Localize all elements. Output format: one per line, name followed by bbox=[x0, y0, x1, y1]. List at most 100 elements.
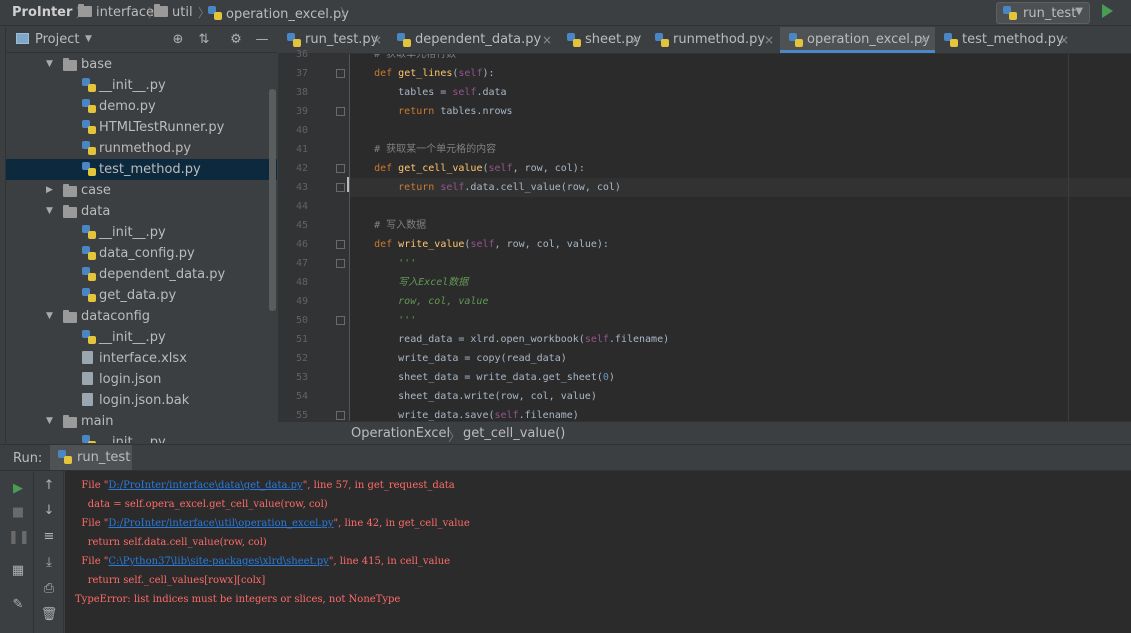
tab-runmethod[interactable]: runmethod.py × bbox=[646, 27, 780, 53]
scroll-to-end-icon[interactable]: ⤓ bbox=[39, 553, 59, 573]
tree-item[interactable]: login.json bbox=[6, 369, 277, 390]
tree-item[interactable]: ▼ main bbox=[6, 411, 277, 432]
code-token: read_data = xlrd.open_workbook( bbox=[350, 334, 585, 345]
close-icon[interactable]: × bbox=[919, 27, 929, 53]
code-token: .filename) bbox=[608, 334, 670, 345]
tree-item[interactable]: dependent_data.py bbox=[6, 264, 277, 285]
fold-marker-icon[interactable] bbox=[336, 183, 345, 192]
line-number: 46 bbox=[295, 239, 308, 250]
close-icon[interactable]: × bbox=[542, 27, 552, 53]
trash-icon[interactable]: 🗑 bbox=[39, 605, 59, 625]
print-icon[interactable]: ⎙ bbox=[39, 579, 59, 599]
fold-marker-icon[interactable] bbox=[336, 164, 345, 173]
arrow-up-icon[interactable]: ↑ bbox=[39, 476, 59, 496]
close-icon[interactable]: × bbox=[764, 27, 774, 53]
close-icon[interactable]: × bbox=[372, 27, 382, 53]
tree-item[interactable]: login.json.bak bbox=[6, 390, 277, 411]
minimize-icon[interactable]: — bbox=[254, 32, 270, 48]
restore-layout-icon[interactable]: ▦ bbox=[8, 561, 28, 581]
chevron-down-icon[interactable]: ▼ bbox=[46, 306, 53, 327]
code-token: def bbox=[350, 239, 399, 250]
line-number: 38 bbox=[295, 87, 308, 98]
fold-marker-icon[interactable] bbox=[336, 316, 345, 325]
code-token: self bbox=[458, 68, 483, 79]
tree-scrollbar[interactable] bbox=[269, 89, 276, 311]
breadcrumb-interface[interactable]: interface bbox=[74, 4, 154, 22]
tree-item[interactable]: interface.xlsx bbox=[6, 348, 277, 369]
tab-sheet[interactable]: sheet.py × bbox=[558, 27, 646, 53]
console-output[interactable]: File "D:/ProInter/interface\data\get_dat… bbox=[65, 471, 1131, 633]
file-link[interactable]: D:/ProInter/interface\data\get_data.py bbox=[108, 480, 302, 491]
file-link[interactable]: C:\Python37\lib\site-packages\xlrd\sheet… bbox=[108, 556, 328, 567]
chevron-down-icon[interactable]: ▼ bbox=[46, 54, 53, 75]
file-icon bbox=[82, 288, 96, 302]
code-editor[interactable]: # 获取单元格行数 def get_lines(self): tables = … bbox=[350, 54, 1131, 421]
chevron-down-icon[interactable]: ▼ bbox=[46, 201, 53, 222]
fold-marker-icon[interactable] bbox=[336, 107, 345, 116]
run-tab[interactable]: run_test bbox=[50, 445, 132, 470]
code-line: sheet_data.write(row, col, value) bbox=[350, 387, 597, 406]
stop-icon[interactable]: ■ bbox=[8, 503, 28, 523]
tree-item-label: demo.py bbox=[99, 99, 156, 114]
fold-marker-icon[interactable] bbox=[336, 259, 345, 268]
fold-marker-icon[interactable] bbox=[336, 411, 345, 420]
breadcrumb-class[interactable]: OperationExcel bbox=[351, 426, 450, 441]
line-number: 37 bbox=[295, 68, 308, 79]
code-line: def get_cell_value(self, row, col): bbox=[350, 159, 585, 178]
chevron-right-icon[interactable]: ▶ bbox=[46, 180, 53, 201]
pause-icon[interactable]: ❚❚ bbox=[8, 528, 30, 548]
code-line: sheet_data = write_data.get_sheet(0) bbox=[350, 368, 615, 387]
tree-item[interactable]: runmethod.py bbox=[6, 138, 277, 159]
python-file-icon bbox=[789, 33, 803, 47]
breadcrumb-file[interactable]: operation_excel.py bbox=[208, 4, 349, 22]
code-token: def bbox=[350, 68, 399, 79]
tree-item[interactable]: __init__.py bbox=[6, 75, 277, 96]
pin-icon[interactable]: ✎ bbox=[8, 595, 28, 615]
breadcrumb-util[interactable]: util bbox=[154, 4, 193, 22]
tree-item[interactable]: get_data.py bbox=[6, 285, 277, 306]
tree-item[interactable]: test_method.py bbox=[6, 159, 277, 180]
tree-item-label: login.json bbox=[99, 372, 162, 387]
fold-marker-icon[interactable] bbox=[336, 240, 345, 249]
tree-item[interactable]: __init__.py bbox=[6, 222, 277, 243]
breadcrumb-project[interactable]: ProInter bbox=[12, 4, 72, 22]
tree-item[interactable]: ▼ dataconfig bbox=[6, 306, 277, 327]
run-configuration-select[interactable]: run_test ▼ bbox=[996, 2, 1090, 24]
console-line: return self._cell_values[rowx][colx] bbox=[75, 571, 266, 590]
tab-test-method[interactable]: test_method.py × bbox=[935, 27, 1075, 53]
fold-marker-icon[interactable] bbox=[336, 69, 345, 78]
gear-icon[interactable]: ⚙ bbox=[228, 32, 244, 48]
code-token: self bbox=[488, 163, 513, 174]
tab-operation-excel[interactable]: operation_excel.py × bbox=[780, 27, 935, 53]
tree-item[interactable]: ▼ data bbox=[6, 201, 277, 222]
file-link[interactable]: D:/ProInter/interface\util\operation_exc… bbox=[108, 518, 333, 529]
tab-label: runmethod.py bbox=[673, 32, 766, 47]
run-button[interactable] bbox=[1102, 4, 1113, 18]
locate-icon[interactable]: ⊕ bbox=[170, 32, 186, 48]
tree-item[interactable]: demo.py bbox=[6, 96, 277, 117]
tree-item[interactable]: HTMLTestRunner.py bbox=[6, 117, 277, 138]
tree-item[interactable]: ▼ base bbox=[6, 54, 277, 75]
chevron-down-icon[interactable]: ▼ bbox=[85, 34, 92, 44]
rerun-icon[interactable]: ▶ bbox=[8, 479, 28, 499]
tree-item-label: base bbox=[81, 57, 112, 72]
folder-icon bbox=[63, 184, 77, 197]
collapse-all-icon[interactable]: ⇅ bbox=[196, 32, 212, 48]
code-line: return self.data.cell_value(row, col) bbox=[350, 178, 1131, 197]
arrow-down-icon[interactable]: ↓ bbox=[39, 501, 59, 521]
tree-item[interactable]: data_config.py bbox=[6, 243, 277, 264]
close-icon[interactable]: × bbox=[1059, 27, 1069, 53]
code-token: self bbox=[494, 410, 519, 421]
python-file-icon bbox=[655, 33, 669, 47]
breadcrumb-method[interactable]: get_cell_value() bbox=[463, 426, 565, 441]
run-panel-label: Run: bbox=[13, 451, 43, 466]
tab-dependent-data[interactable]: dependent_data.py × bbox=[388, 27, 558, 53]
tree-item[interactable]: __init__.py bbox=[6, 327, 277, 348]
tree-item[interactable]: ▶ case bbox=[6, 180, 277, 201]
close-icon[interactable]: × bbox=[630, 27, 640, 53]
soft-wrap-icon[interactable]: ≡ bbox=[39, 527, 59, 547]
tree-item[interactable]: __init__.py bbox=[6, 432, 277, 443]
code-token: get_lines bbox=[398, 68, 453, 79]
chevron-down-icon[interactable]: ▼ bbox=[46, 411, 53, 432]
project-view-selector[interactable]: Project bbox=[35, 32, 79, 47]
